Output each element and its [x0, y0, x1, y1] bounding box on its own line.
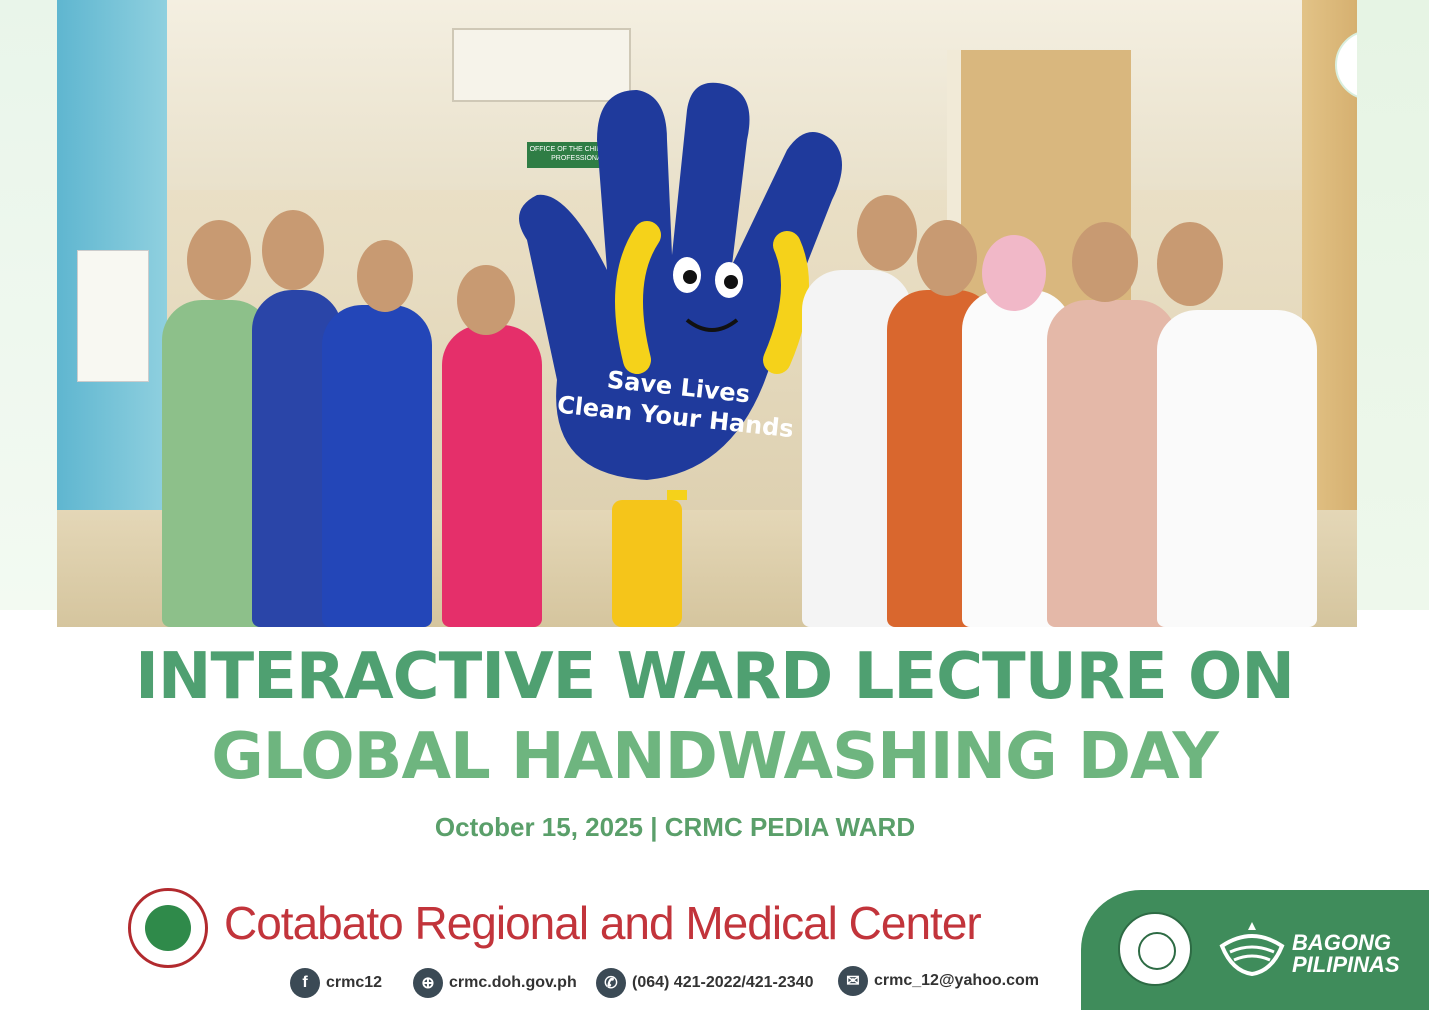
person-head [917, 220, 977, 296]
person-head [857, 195, 917, 271]
globe-icon: ⊕ [413, 968, 443, 998]
person [322, 305, 432, 627]
doh-seal-icon [1118, 912, 1192, 986]
phone-icon: ✆ [596, 968, 626, 998]
email-address: crmc_12@yahoo.com [874, 972, 1040, 989]
group-photo: OFFICE OF THE CHIEF OF MEDICAL PROFESSIO… [57, 0, 1357, 627]
facebook-icon: f [290, 968, 320, 998]
bagong-text: BAGONG [1292, 930, 1391, 955]
bagong-pilipinas-wordmark: BAGONG PILIPINAS [1292, 932, 1400, 976]
notice-paper [77, 250, 149, 382]
title-line-1: INTERACTIVE WARD LECTURE ON [135, 640, 1295, 714]
facebook-contact[interactable]: f crmc12 [290, 968, 382, 998]
website-url: crmc.doh.gov.ph [449, 974, 577, 991]
crmc-seal-icon [128, 888, 208, 968]
event-date-location: October 15, 2025 | CRMC PEDIA WARD [434, 812, 916, 842]
phone-contact[interactable]: ✆ (064) 421-2022/421-2340 [596, 968, 813, 998]
person [1157, 310, 1317, 627]
website-contact[interactable]: ⊕ crmc.doh.gov.ph [413, 968, 577, 998]
pilipinas-text: PILIPINAS [1292, 952, 1400, 977]
person-head [1157, 222, 1223, 306]
person-head [1072, 222, 1138, 302]
person-head [262, 210, 324, 290]
email-contact[interactable]: ✉ crmc_12@yahoo.com [838, 966, 1039, 996]
left-backdrop [0, 0, 60, 610]
right-backdrop [1354, 0, 1429, 610]
person-head [982, 235, 1046, 311]
title-line-2: GLOBAL HANDWASHING DAY [211, 720, 1219, 794]
facebook-handle: crmc12 [326, 974, 383, 991]
person-head [187, 220, 251, 300]
phone-number: (064) 421-2022/421-2340 [632, 974, 814, 991]
person-head [357, 240, 413, 312]
mail-icon: ✉ [838, 966, 868, 996]
organization-name: Cotabato Regional and Medical Center [224, 897, 982, 949]
bagong-pilipinas-logo-icon [1219, 922, 1285, 977]
mascot-legs [612, 500, 682, 627]
